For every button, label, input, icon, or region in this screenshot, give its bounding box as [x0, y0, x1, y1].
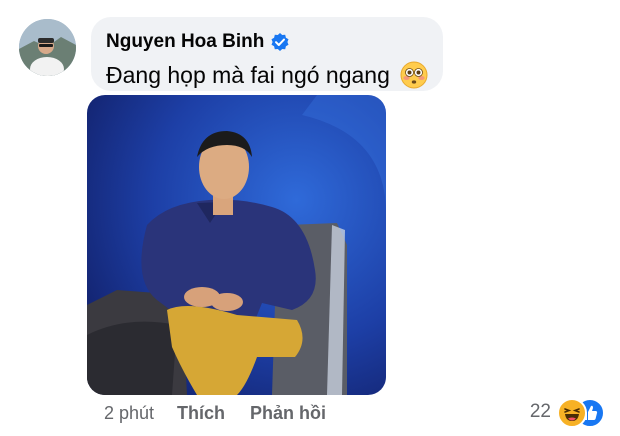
reaction-summary[interactable]: 22	[529, 397, 605, 428]
comment-timestamp[interactable]: 2 phút	[104, 403, 154, 424]
avatar-photo	[19, 19, 76, 76]
verified-badge-icon	[270, 32, 290, 52]
comment-header: Nguyen Hoa Binh	[106, 30, 427, 54]
flushed-face-icon	[400, 61, 428, 89]
like-button[interactable]: Thích	[177, 403, 225, 424]
haha-reaction-icon	[557, 398, 587, 428]
commenter-avatar[interactable]	[19, 19, 76, 76]
comment-bubble: Nguyen Hoa Binh Đang họp mà fai ngó ngan…	[91, 17, 443, 91]
comment-actions: 2 phút Thích Phản hồi	[104, 401, 351, 425]
comment-photo[interactable]	[87, 95, 386, 395]
comment-body: Đang họp mà fai ngó ngang	[106, 61, 428, 89]
reaction-count: 22	[529, 401, 551, 422]
reaction-icons	[557, 398, 605, 428]
comment-author-name[interactable]: Nguyen Hoa Binh	[106, 31, 264, 53]
photo-image	[87, 95, 386, 395]
reply-button[interactable]: Phản hồi	[250, 403, 326, 424]
comment-text: Đang họp mà fai ngó ngang	[106, 61, 390, 88]
